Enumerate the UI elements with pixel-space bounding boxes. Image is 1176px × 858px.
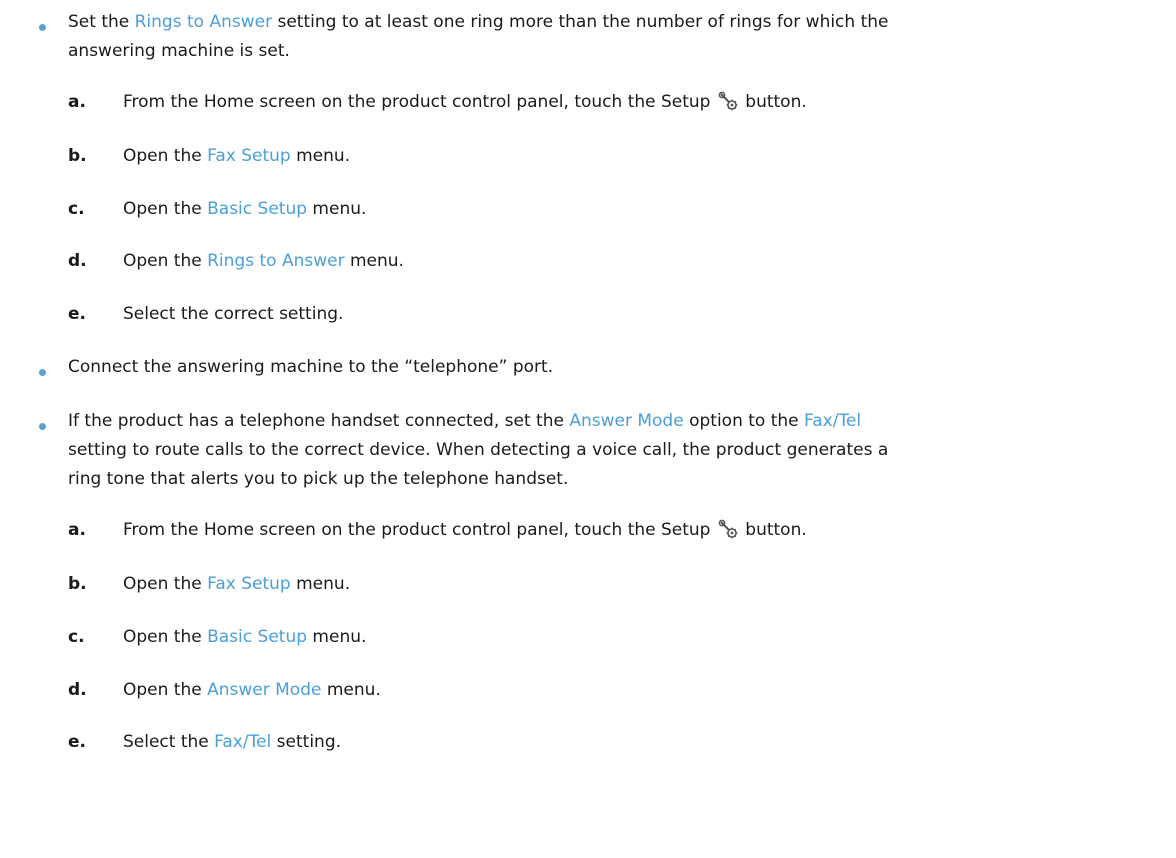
step-letter: a. bbox=[68, 92, 86, 112]
ui-term-fax-setup: Fax Setup bbox=[207, 574, 291, 594]
bullet-connect-answering-machine: Connect the answering machine to the “te… bbox=[0, 353, 1176, 382]
bullet-answer-mode-fax-tel: If the product has a telephone handset c… bbox=[0, 407, 1176, 495]
ui-term-fax-tel: Fax/Tel bbox=[804, 411, 862, 431]
text-segment: Open the bbox=[123, 146, 208, 166]
step-b-fax-setup: b. Open the Fax Setup menu. bbox=[0, 570, 1176, 599]
bullet-text: Connect the answering machine to the “te… bbox=[68, 357, 554, 377]
step-d-rings-to-answer: d. Open the Rings to Answer menu. bbox=[0, 247, 1176, 276]
step-letter: d. bbox=[68, 680, 87, 700]
document-page: Set the Rings to Answer setting to at le… bbox=[0, 0, 1176, 858]
ui-term-fax-tel: Fax/Tel bbox=[214, 732, 272, 752]
text-segment: answering machine is set. bbox=[68, 41, 290, 61]
text-segment: From the Home screen on the product cont… bbox=[123, 92, 716, 112]
text-segment: setting to at least one ring more than t… bbox=[272, 12, 889, 32]
step-a-setup: a. From the Home screen on the product c… bbox=[0, 516, 1176, 545]
step-c-basic-setup: c. Open the Basic Setup menu. bbox=[0, 623, 1176, 652]
step-d-answer-mode: d. Open the Answer Mode menu. bbox=[0, 676, 1176, 705]
step-text: Select the Fax/Tel setting. bbox=[123, 728, 341, 757]
step-letter: a. bbox=[68, 520, 86, 540]
text-segment: menu. bbox=[307, 199, 367, 219]
text-segment: option to the bbox=[683, 411, 805, 431]
step-letter: b. bbox=[68, 146, 87, 166]
bullet-text-line3: ring tone that alerts you to pick up the… bbox=[68, 469, 569, 489]
text-segment: Open the bbox=[123, 251, 208, 271]
bullet-dot bbox=[39, 24, 46, 31]
step-a-setup: a. From the Home screen on the product c… bbox=[0, 88, 1176, 117]
bullet-text-line2: answering machine is set. bbox=[68, 37, 1173, 66]
text-segment: Open the bbox=[123, 574, 208, 594]
text-segment: menu. bbox=[290, 574, 351, 594]
step-letter: c. bbox=[68, 199, 85, 219]
text-segment: Select the bbox=[123, 732, 215, 752]
step-e-fax-tel: e. Select the Fax/Tel setting. bbox=[0, 728, 1176, 757]
text-segment: Set the bbox=[68, 12, 135, 32]
ui-term-fax-setup: Fax Setup bbox=[207, 146, 291, 166]
step-letter: e. bbox=[68, 304, 86, 324]
step-text: Open the Rings to Answer menu. bbox=[123, 247, 404, 276]
bullet-text: If the product has a telephone handset c… bbox=[68, 407, 1173, 436]
ui-term-basic-setup: Basic Setup bbox=[207, 199, 308, 219]
bullet-text-line2: setting to route calls to the correct de… bbox=[68, 440, 889, 460]
setup-wrench-gear-icon bbox=[718, 91, 738, 111]
step-text: Open the Fax Setup menu. bbox=[123, 142, 350, 171]
text-segment: Open the bbox=[123, 627, 208, 647]
bullet-rings-to-answer: Set the Rings to Answer setting to at le… bbox=[0, 8, 1176, 68]
ui-term-basic-setup: Basic Setup bbox=[207, 627, 308, 647]
step-b-fax-setup: b. Open the Fax Setup menu. bbox=[0, 142, 1176, 171]
text-segment: From the Home screen on the product cont… bbox=[123, 520, 716, 540]
text-segment: menu. bbox=[290, 146, 351, 166]
step-text: Open the Basic Setup menu. bbox=[123, 623, 366, 652]
text-segment: If the product has a telephone handset c… bbox=[68, 411, 570, 431]
text-segment: menu. bbox=[321, 680, 381, 700]
bullet-dot bbox=[39, 423, 46, 430]
step-text: Select the correct setting. bbox=[123, 304, 344, 324]
ui-term-rings-to-answer: Rings to Answer bbox=[134, 12, 273, 32]
step-text: From the Home screen on the product cont… bbox=[123, 516, 807, 545]
step-text: Open the Basic Setup menu. bbox=[123, 195, 366, 224]
step-c-basic-setup: c. Open the Basic Setup menu. bbox=[0, 195, 1176, 224]
step-letter: b. bbox=[68, 574, 87, 594]
text-segment: button. bbox=[739, 520, 807, 540]
text-segment: Open the bbox=[123, 680, 208, 700]
bullet-text: Set the Rings to Answer setting to at le… bbox=[68, 8, 1173, 37]
ui-term-answer-mode: Answer Mode bbox=[207, 680, 322, 700]
step-e-select-setting: e. Select the correct setting. bbox=[0, 300, 1176, 329]
text-segment: setting. bbox=[271, 732, 342, 752]
ui-term-rings-to-answer: Rings to Answer bbox=[207, 251, 345, 271]
step-letter: e. bbox=[68, 732, 86, 752]
step-text: Open the Answer Mode menu. bbox=[123, 676, 381, 705]
text-segment: menu. bbox=[344, 251, 404, 271]
step-letter: d. bbox=[68, 251, 87, 271]
ui-term-answer-mode: Answer Mode bbox=[569, 411, 684, 431]
bullet-dot bbox=[39, 369, 46, 376]
text-segment: menu. bbox=[307, 627, 367, 647]
text-segment: Open the bbox=[123, 199, 208, 219]
step-letter: c. bbox=[68, 627, 85, 647]
setup-wrench-gear-icon bbox=[718, 519, 738, 539]
text-segment: button. bbox=[739, 92, 807, 112]
step-text: From the Home screen on the product cont… bbox=[123, 88, 807, 117]
step-text: Open the Fax Setup menu. bbox=[123, 570, 350, 599]
